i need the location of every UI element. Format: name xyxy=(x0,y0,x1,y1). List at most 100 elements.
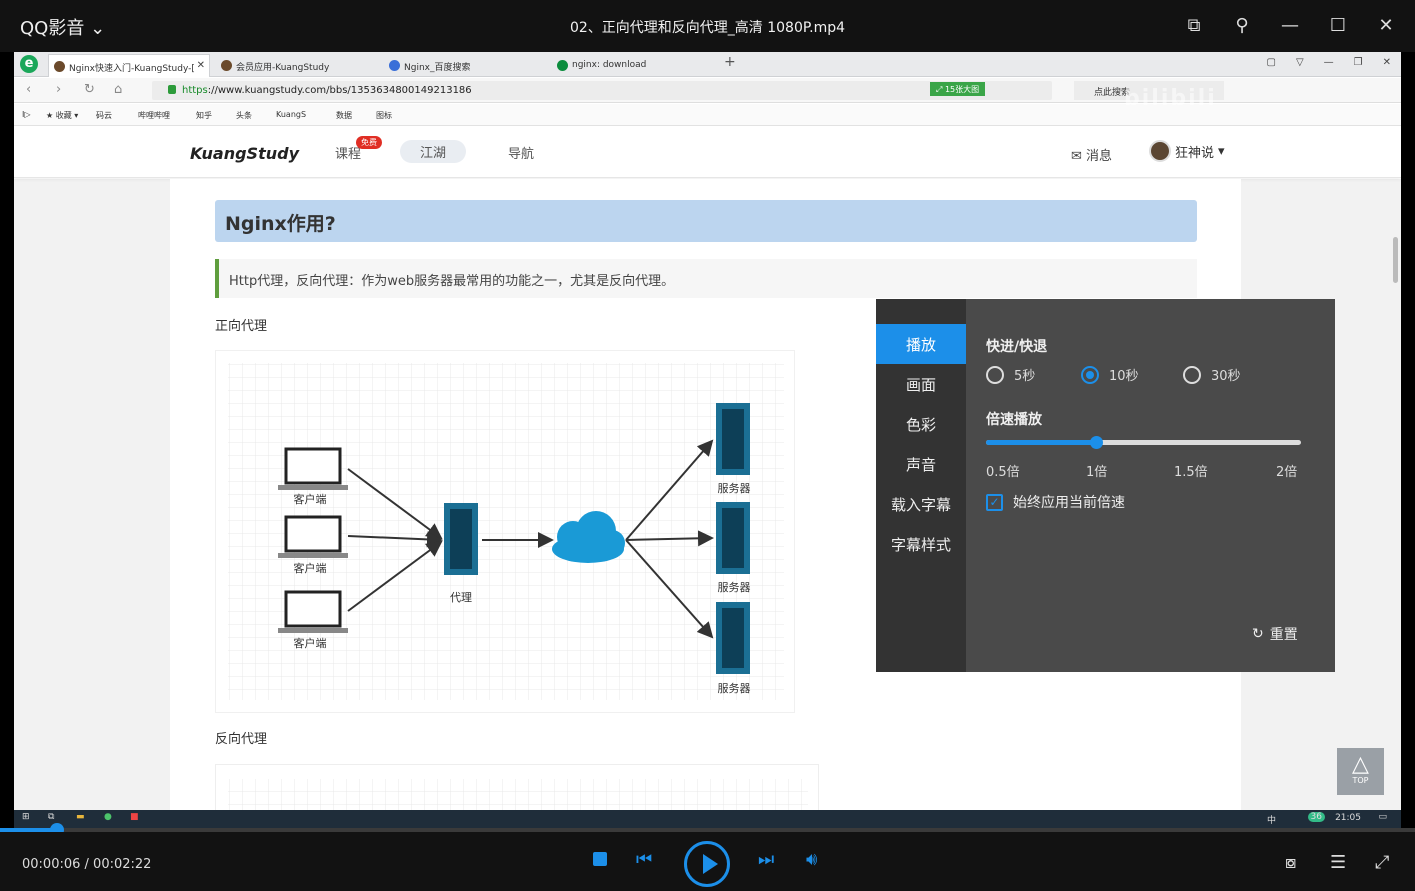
back-icon[interactable]: ‹ xyxy=(26,82,31,97)
always-apply-speed-checkbox[interactable]: ✓ 始终应用当前倍速 xyxy=(986,492,1125,512)
bookmark-favorites[interactable]: ★ 收藏 ▾ xyxy=(46,110,78,121)
tab-favicon-icon xyxy=(557,60,568,71)
task-view-icon[interactable]: ⧉ xyxy=(48,812,54,822)
bookmark-zhihu[interactable]: 知乎 xyxy=(196,110,212,121)
tab-label: 会员应用-KuangStudy xyxy=(236,63,330,73)
bookmark-label: 知乎 xyxy=(196,111,212,120)
browser-close-icon[interactable]: ✕ xyxy=(1383,57,1391,68)
settings-tab-color[interactable]: 色彩 xyxy=(876,404,966,444)
radio-icon xyxy=(1183,365,1201,384)
radio-label: 10秒 xyxy=(1109,369,1139,384)
browser-minimize-icon[interactable]: — xyxy=(1324,57,1334,68)
tab-count-icon[interactable]: ▢ xyxy=(1266,57,1275,68)
bookmark-toutiao[interactable]: 头条 xyxy=(236,110,252,121)
close-tab-icon[interactable]: ✕ xyxy=(197,60,205,71)
settings-sliders-icon[interactable]: ☰ xyxy=(1330,852,1346,873)
skin-icon[interactable]: ▽ xyxy=(1296,57,1304,68)
image-count-badge[interactable]: ⤢ 15张大图 xyxy=(930,82,986,96)
volume-icon[interactable]: 🔊︎ xyxy=(806,849,817,870)
proxy-label: 代理 xyxy=(450,591,472,604)
nav-guide[interactable]: 导航 xyxy=(508,143,534,162)
time-display: 00:00:06 / 00:02:22 xyxy=(22,857,152,872)
laptop-icon xyxy=(278,515,348,558)
bookmark-gitee[interactable]: 码云 xyxy=(96,110,112,121)
reset-button[interactable]: ↻ 重置 xyxy=(1252,624,1298,644)
bookmark-label: 哔哩哔哩 xyxy=(138,111,170,120)
checkbox-label: 始终应用当前倍速 xyxy=(1013,495,1125,511)
checkbox-checked-icon: ✓ xyxy=(986,493,1003,511)
title-bar: QQ影音 ⌄ 02、正向代理和反向代理_高清 1080P.mp4 ⧉ ⚲ — ☐… xyxy=(0,0,1415,52)
app-taskbar-icon[interactable]: ■ xyxy=(130,812,139,822)
speed-tick: 2倍 xyxy=(1276,465,1298,480)
url-input[interactable]: https://www.kuangstudy.com/bbs/135363480… xyxy=(152,81,1052,100)
avatar xyxy=(1149,140,1171,162)
free-badge: 免费 xyxy=(356,136,382,149)
speed-slider-fill xyxy=(986,440,1096,445)
fullscreen-icon[interactable]: ⤢ xyxy=(1375,852,1389,873)
stop-button[interactable] xyxy=(593,852,607,866)
browser-tab[interactable]: Nginx快速入门-KuangStudy-[ ✕ xyxy=(48,54,210,77)
browser-tab[interactable]: nginx: download xyxy=(552,54,718,77)
radio-label: 5秒 xyxy=(1014,369,1036,384)
browser-logo-icon: e xyxy=(20,55,38,73)
bookmark-data[interactable]: 数据 xyxy=(336,110,352,121)
browser-taskbar-icon[interactable]: ● xyxy=(104,812,112,822)
refresh-icon[interactable]: ↻ xyxy=(84,82,95,97)
bookmark-icons[interactable]: 图标 xyxy=(376,110,392,121)
bookmark-kuang[interactable]: KuangS xyxy=(276,110,306,119)
messages-link[interactable]: ✉ 消息 xyxy=(1071,145,1112,164)
settings-tab-load-subtitle[interactable]: 载入字幕 xyxy=(876,484,966,524)
speed-slider[interactable] xyxy=(986,436,1301,449)
site-logo[interactable]: KuangStudy xyxy=(190,144,299,163)
new-tab-icon[interactable]: + xyxy=(724,54,736,70)
ime-indicator[interactable]: 中 xyxy=(1267,813,1276,826)
diagram-svg: 客户端 客户端 客户端 代理 服务器 服务器 服务器 xyxy=(228,363,784,700)
speed-title: 倍速播放 xyxy=(986,412,1042,428)
seek-option-10s[interactable]: 10秒 xyxy=(1081,365,1139,384)
pin-icon[interactable]: ⚲ xyxy=(1227,10,1257,40)
settings-tab-playback[interactable]: 播放 xyxy=(876,324,966,364)
triangle-up-icon: △ xyxy=(1352,752,1369,777)
bookmark-label: 码云 xyxy=(96,111,112,120)
windows-start-icon[interactable]: ⊞ xyxy=(22,812,30,822)
sidebar-toggle-icon[interactable]: I▷ xyxy=(22,110,31,119)
user-menu[interactable]: 狂神说 ▾ xyxy=(1149,140,1225,162)
nav-jianghu[interactable]: 江湖 xyxy=(400,140,467,163)
screenshot-icon[interactable]: ⧉ xyxy=(1179,10,1209,40)
seek-option-5s[interactable]: 5秒 xyxy=(986,365,1035,384)
forward-icon[interactable]: › xyxy=(56,82,61,97)
play-button[interactable] xyxy=(684,841,730,887)
settings-tab-picture[interactable]: 画面 xyxy=(876,364,966,404)
playback-settings-panel: 播放 画面 色彩 声音 载入字幕 字幕样式 快进/快退 5秒 10秒 30秒 倍… xyxy=(876,299,1335,672)
speed-slider-knob[interactable] xyxy=(1089,436,1103,449)
caret-down-icon: ▾ xyxy=(1218,143,1225,159)
minimize-button[interactable]: — xyxy=(1275,10,1305,40)
browser-tab[interactable]: Nginx_百度搜索 xyxy=(384,54,550,77)
folder-icon[interactable]: ▬ xyxy=(76,812,85,822)
player-controls: 00:00:06 / 00:02:22 ⏮ ⏭ 🔊︎ ⧇ ☰ ⤢ xyxy=(0,832,1415,891)
browser-restore-icon[interactable]: ❐ xyxy=(1354,57,1363,68)
seek-option-30s[interactable]: 30秒 xyxy=(1183,365,1241,384)
section-title-reverse: 反向代理 xyxy=(215,732,268,747)
user-name: 狂神说 xyxy=(1175,145,1215,161)
next-button[interactable]: ⏭ xyxy=(758,849,774,870)
site-navbar: KuangStudy 课程 免费 江湖 导航 ✉ 消息 狂神说 ▾ xyxy=(14,127,1401,178)
close-button[interactable]: ✕ xyxy=(1371,10,1401,40)
settings-tab-subtitle-style[interactable]: 字幕样式 xyxy=(876,524,966,564)
maximize-button[interactable]: ☐ xyxy=(1323,10,1353,40)
totop-label: TOP xyxy=(1352,776,1369,785)
bookmark-label: 数据 xyxy=(336,111,352,120)
home-icon[interactable]: ⌂ xyxy=(114,82,122,97)
settings-tab-audio[interactable]: 声音 xyxy=(876,444,966,484)
notification-center-icon[interactable]: ▭ xyxy=(1378,812,1387,822)
lock-icon xyxy=(168,85,176,94)
back-to-top-button[interactable]: △ TOP xyxy=(1337,748,1384,795)
seek-title: 快进/快退 xyxy=(986,339,1048,355)
screenshot-tool-icon[interactable]: ⧇ xyxy=(1285,852,1296,873)
browser-tab[interactable]: 会员应用-KuangStudy xyxy=(216,54,382,77)
previous-button[interactable]: ⏮ xyxy=(636,849,652,870)
page-scrollbar[interactable] xyxy=(1393,237,1398,283)
speed-tick: 1.5倍 xyxy=(1174,465,1208,480)
bookmark-bilibili[interactable]: 哔哩哔哩 xyxy=(138,110,170,121)
time-total: 00:02:22 xyxy=(93,857,152,872)
